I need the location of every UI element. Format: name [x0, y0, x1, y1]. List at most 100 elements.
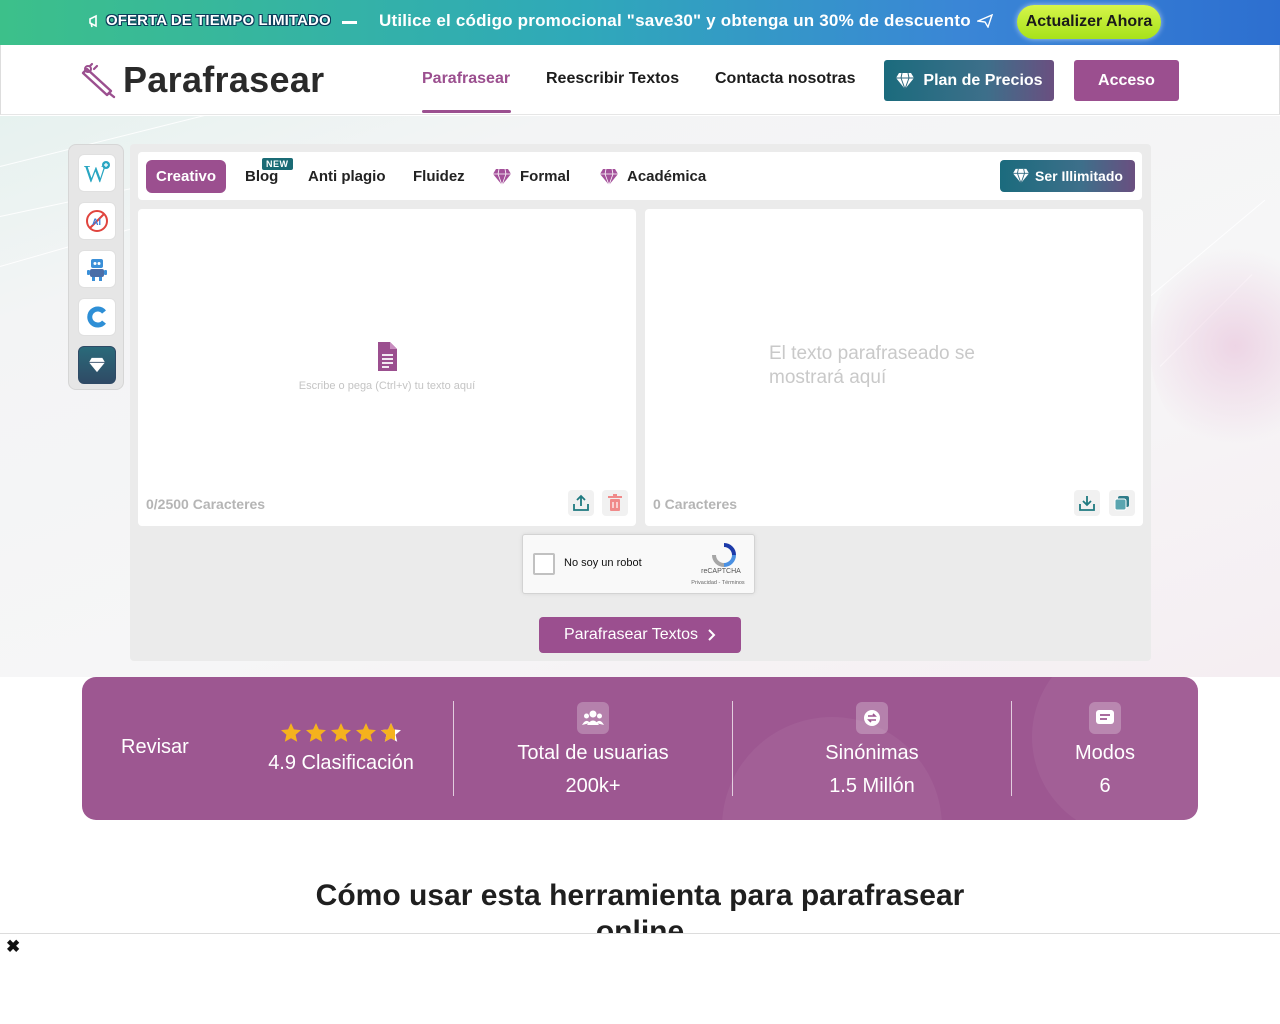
mode-tabs: Creativo Blog NEW Anti plagio Fluidez Fo…: [138, 152, 1142, 200]
nav-active-indicator: [422, 110, 511, 113]
nav-reescribir-textos[interactable]: Reescribir Textos: [546, 70, 679, 88]
recaptcha-label: No soy un robot: [564, 557, 642, 569]
stat-synonyms: Sinónimas 1.5 Millón: [777, 702, 967, 798]
paraphrase-submit-label: Parafrasear Textos: [564, 626, 698, 643]
upload-icon: [573, 494, 589, 511]
input-textbox[interactable]: Escribe o pega (Ctrl+v) tu texto aquí 0/…: [138, 209, 636, 526]
tool-rail: W AI: [68, 144, 124, 390]
input-placeholder: Escribe o pega (Ctrl+v) tu texto aquí: [138, 339, 636, 392]
star-icon: [306, 723, 326, 742]
stat-label: Total de usuarias: [517, 742, 669, 764]
site-header: Parafrasear Parafrasear Reescribir Texto…: [0, 45, 1280, 115]
recaptcha-links[interactable]: Privacidad - Términos: [683, 580, 753, 586]
upgrade-now-button[interactable]: Actualizer Ahora: [1017, 5, 1161, 39]
users-icon: [577, 702, 609, 734]
promo-banner: OFERTA DE TIEMPO LIMITADO Utilice el cód…: [0, 0, 1280, 45]
tab-academica[interactable]: Académica: [599, 160, 706, 193]
recaptcha-logo-icon: [712, 543, 736, 567]
c-refresh-icon: [87, 306, 106, 328]
chevron-right-icon: [708, 629, 716, 641]
tab-label: Creativo: [155, 168, 217, 185]
tab-label: Académica: [627, 168, 707, 185]
rail-refresh-tool[interactable]: [78, 298, 116, 336]
paraphrase-submit-button[interactable]: Parafrasear Textos: [539, 617, 741, 653]
input-placeholder-text: Escribe o pega (Ctrl+v) tu texto aquí: [298, 380, 476, 392]
modes-icon: [1089, 702, 1121, 734]
login-button[interactable]: Acceso: [1074, 60, 1179, 101]
synonyms-icon: [856, 702, 888, 734]
logo[interactable]: Parafrasear: [81, 59, 324, 101]
logo-text: Parafrasear: [123, 59, 325, 100]
output-char-counter: 0 Caracteres: [653, 496, 738, 512]
copy-icon: [1114, 496, 1129, 511]
bottom-ad-bar: ✖: [0, 933, 1280, 1024]
rail-ai-detector-tool[interactable]: AI: [78, 202, 116, 240]
no-ai-icon: AI: [86, 210, 108, 232]
stats-divider: [1011, 701, 1012, 796]
star-icon: [331, 723, 351, 742]
output-placeholder-text: El texto parafraseado se mostrará aquí: [769, 343, 975, 388]
input-char-counter: 0/2500 Caracteres: [146, 496, 266, 512]
robot-icon: [87, 259, 107, 281]
stat-value: 1.5 Millón: [829, 775, 915, 797]
upload-button[interactable]: [568, 490, 594, 516]
tab-label: Formal: [520, 168, 571, 185]
stats-divider: [453, 701, 454, 796]
tab-label: Fluidez: [413, 168, 465, 185]
diamond-icon: [1013, 168, 1030, 184]
star-icon: [356, 723, 376, 742]
promo-separator: [342, 21, 357, 24]
megaphone-icon: [89, 14, 97, 27]
stats-divider: [732, 701, 733, 796]
output-textbox[interactable]: El texto parafraseado se mostrará aquí 0…: [645, 209, 1143, 526]
close-icon[interactable]: ✖: [6, 937, 20, 957]
stat-modes: Modos 6: [1055, 702, 1155, 798]
nav-parafrasear[interactable]: Parafrasear: [422, 70, 510, 88]
pricing-plan-label: Plan de Precios: [923, 71, 1043, 89]
star-half-icon: [381, 723, 401, 742]
w-logo-icon: W: [84, 161, 110, 186]
tab-fluidez[interactable]: Fluidez: [413, 160, 465, 193]
new-badge: NEW: [262, 158, 293, 170]
star-icon: [281, 723, 301, 742]
review-label: Revisar: [121, 736, 189, 758]
promo-message: Utilice el código promocional "save30" y…: [379, 11, 993, 31]
copy-button[interactable]: [1109, 490, 1135, 516]
promo-badge: OFERTA DE TIEMPO LIMITADO: [88, 12, 331, 29]
stat-value: 6: [1099, 775, 1111, 797]
clear-text-button[interactable]: [602, 490, 628, 516]
stat-label: Modos: [1074, 742, 1136, 764]
trash-icon: [608, 494, 622, 511]
diamond-icon: [493, 168, 511, 185]
tab-formal[interactable]: Formal: [492, 160, 570, 193]
logo-pen-icon: [81, 62, 116, 99]
rating-stars: [280, 722, 402, 743]
paper-plane-icon: [976, 14, 993, 28]
document-icon: [378, 342, 397, 371]
rail-premium-tool[interactable]: [78, 346, 116, 384]
promo-message-text: Utilice el código promocional "save30" y…: [379, 11, 971, 30]
tab-anti-plagio[interactable]: Anti plagio: [308, 160, 386, 193]
recaptcha-brand: reCAPTCHA: [701, 568, 741, 575]
diamond-icon: [89, 357, 105, 373]
pricing-plan-button[interactable]: Plan de Precios: [884, 60, 1054, 101]
tab-label: Blog: [245, 168, 279, 185]
recaptcha-checkbox[interactable]: [533, 553, 555, 575]
paraphrase-tool-panel: Creativo Blog NEW Anti plagio Fluidez Fo…: [130, 144, 1151, 661]
bg-decor-blob: [1150, 236, 1280, 456]
promo-badge-label: OFERTA DE TIEMPO LIMITADO: [106, 12, 331, 29]
nav-contacta-nosotras[interactable]: Contacta nosotras: [715, 70, 855, 88]
rail-robot-tool[interactable]: [78, 250, 116, 288]
stat-total-users: Total de usuarias 200k+: [498, 702, 688, 798]
rating-value: 4.9 Clasificación: [268, 752, 414, 774]
svg-text:AI: AI: [92, 217, 101, 227]
tab-creativo[interactable]: Creativo: [146, 160, 226, 193]
stat-label: Sinónimas: [825, 742, 919, 764]
download-button[interactable]: [1074, 490, 1100, 516]
recaptcha-widget: No soy un robot reCAPTCHA Privacidad - T…: [522, 534, 755, 594]
stats-band: Revisar 4.9 Clasificación Total de usuar…: [82, 677, 1198, 820]
download-icon: [1079, 496, 1095, 511]
rail-writer-tool[interactable]: W: [78, 154, 116, 192]
tab-label: Anti plagio: [308, 168, 386, 185]
go-unlimited-button[interactable]: Ser Illimitado: [1000, 160, 1135, 192]
